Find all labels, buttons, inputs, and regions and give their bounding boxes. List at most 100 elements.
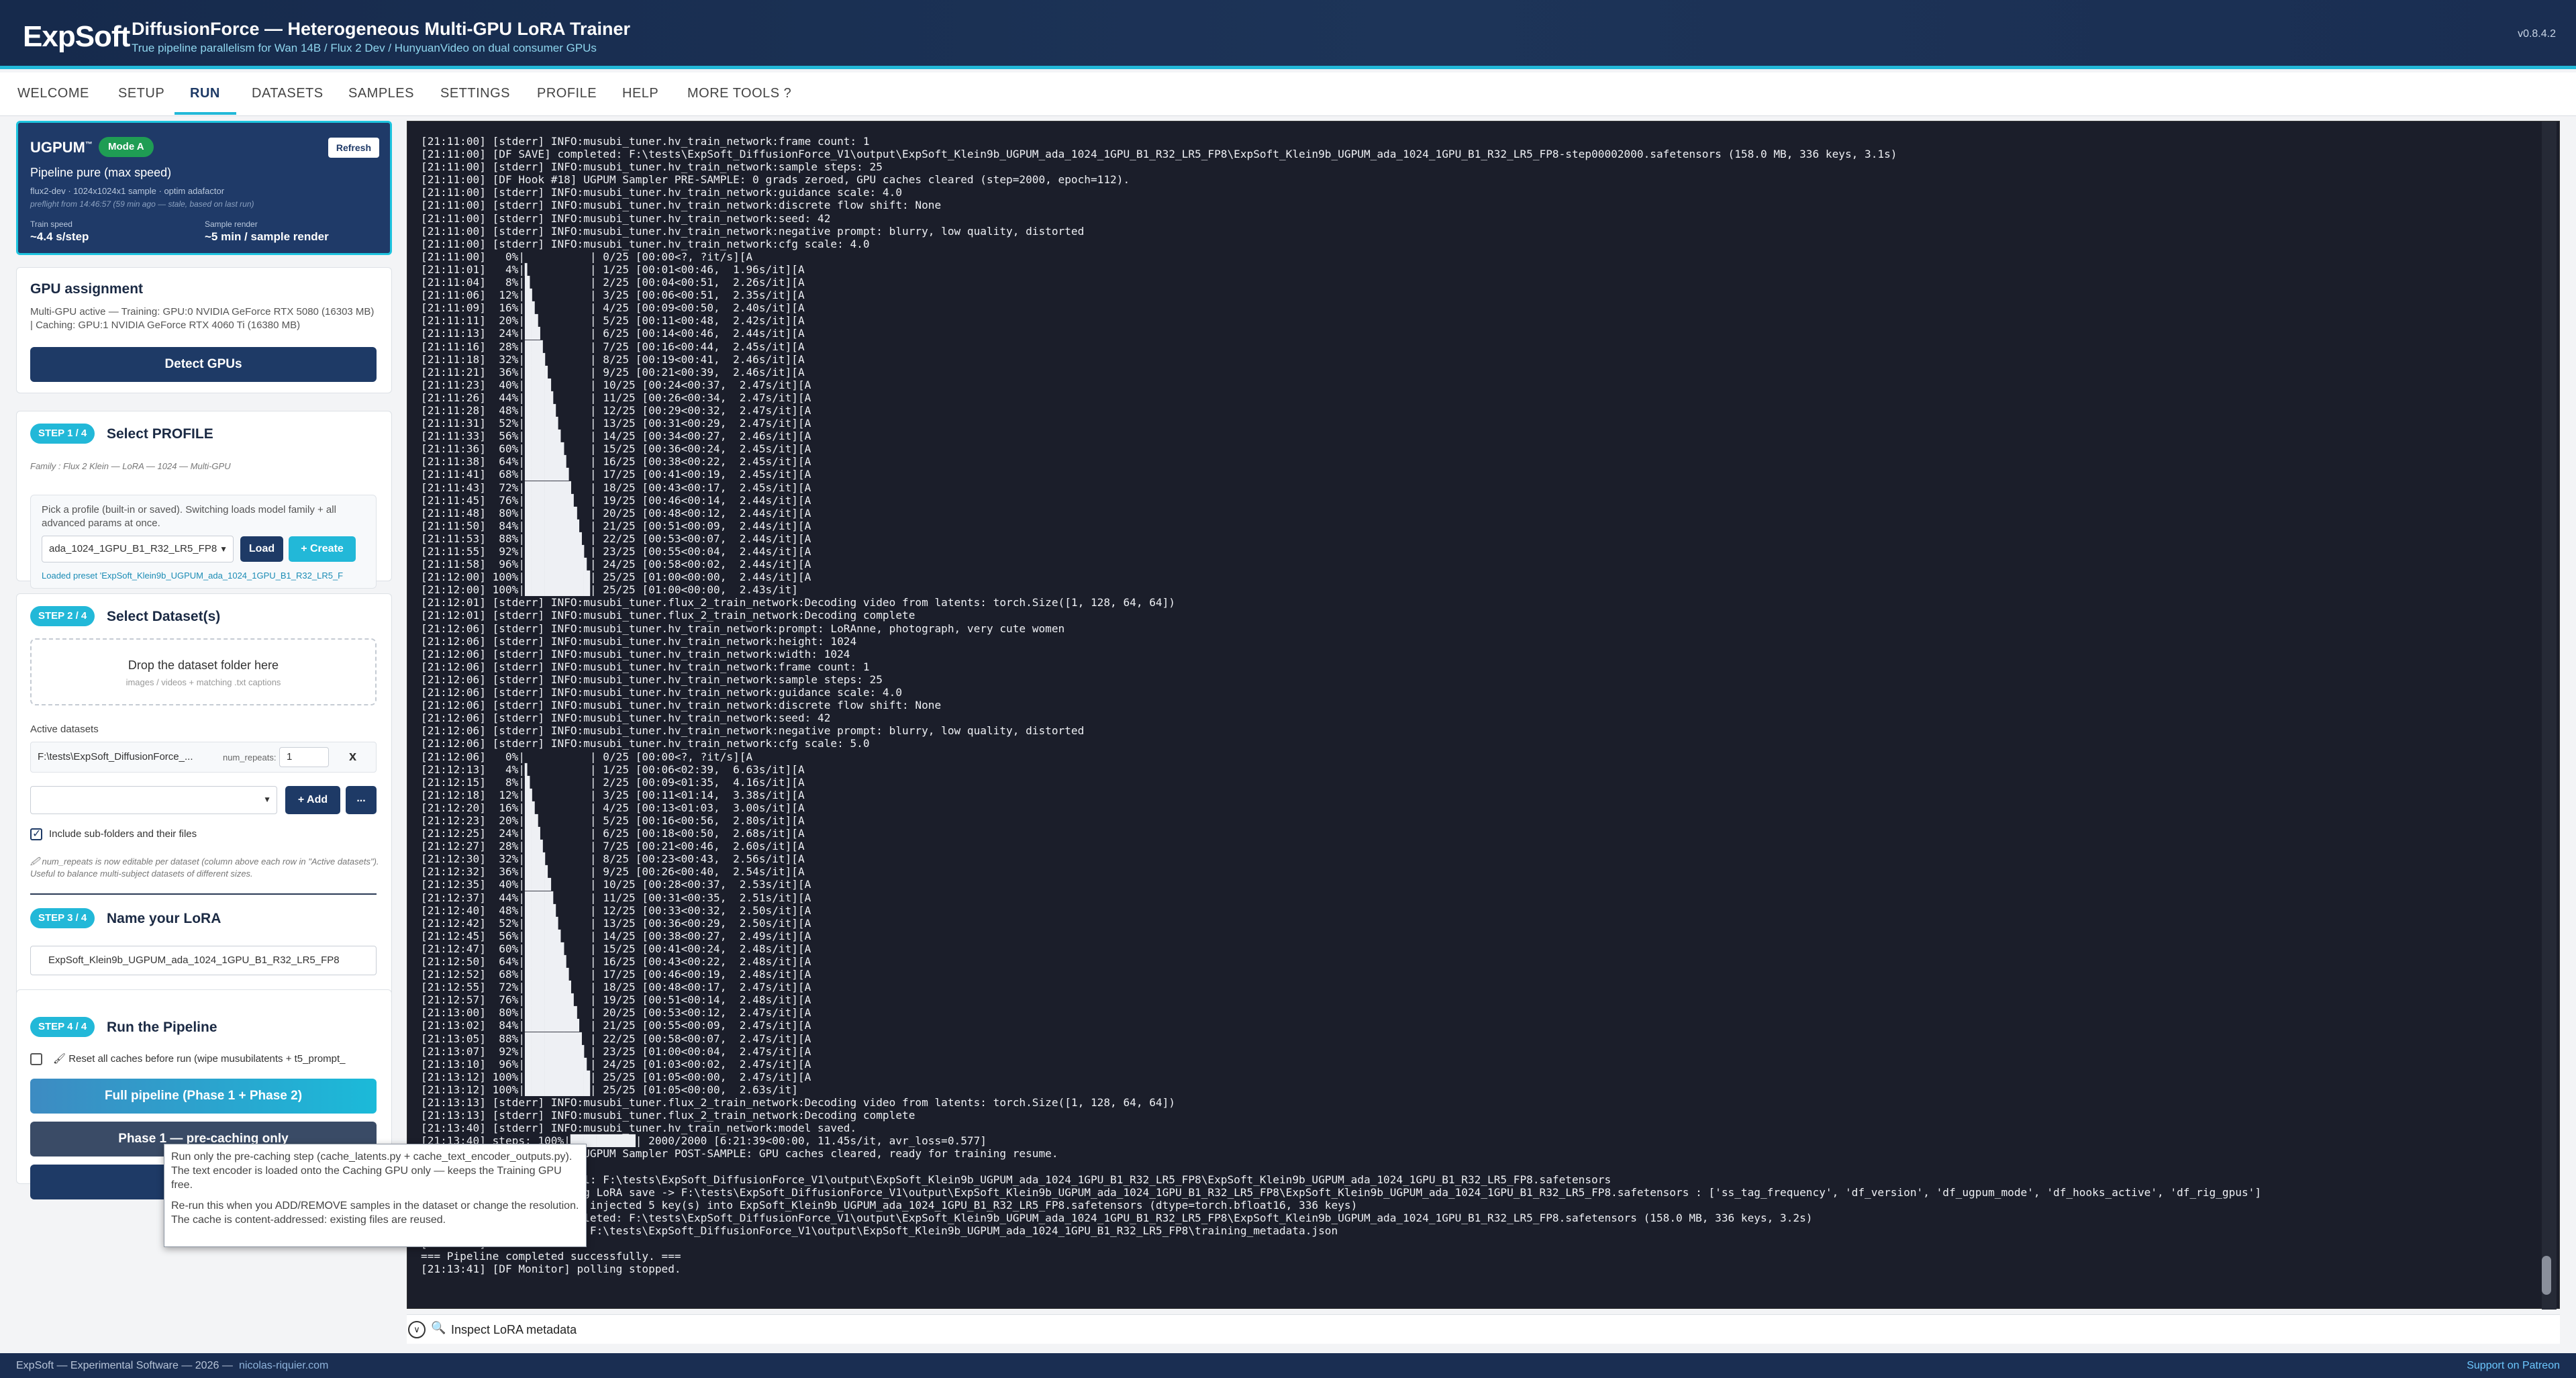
tab-settings[interactable]: SETTINGS — [440, 86, 510, 101]
step3-badge: STEP 3 / 4 — [30, 908, 95, 928]
log-line: [21:11:33] 56%|█████▌ | 14/25 [00:34<00:… — [421, 430, 811, 443]
gpu-assignment-title: GPU assignment — [30, 281, 144, 297]
patreon-link[interactable]: Support on Patreon — [2467, 1360, 2560, 1372]
tab-more-tools[interactable]: MORE TOOLS ? — [687, 86, 791, 101]
log-line: [21:13:10] 96%|█████████▌| 24/25 [01:03<… — [421, 1057, 811, 1071]
dataset-row: F:\tests\ExpSoft_DiffusionForce_... num_… — [30, 742, 377, 773]
log-line: [21:11:18] 32%|███▏ | 8/25 [00:19<00:41,… — [421, 352, 805, 366]
active-datasets-label: Active datasets — [30, 724, 99, 735]
dataset-select[interactable]: ▼ — [30, 786, 277, 814]
ugpum-card: UGPUM™ Mode A Refresh Pipeline pure (max… — [16, 121, 392, 255]
lora-name-input[interactable]: ExpSoft_Klein9b_UGPUM_ada_1024_1GPU_B1_R… — [30, 946, 377, 975]
log-line: [21:13:41] [DF SAVE] completed: F:\tests… — [421, 1211, 1813, 1224]
log-line: [21:12:37] 44%|████▍ | 11/25 [00:31<00:3… — [421, 891, 811, 904]
add-dataset-button[interactable]: + Add — [285, 786, 340, 814]
tab-datasets[interactable]: DATASETS — [252, 86, 324, 101]
brush-icon: 🖌 — [53, 1053, 66, 1065]
tab-run[interactable]: RUN — [190, 86, 220, 101]
profile-select[interactable]: ada_1024_1GPU_B1_R32_LR5_FP8 ▼ — [42, 536, 234, 562]
step4-badge: STEP 4 / 4 — [30, 1017, 95, 1037]
log-line: [21:12:06] [stderr] INFO:musubi_tuner.hv… — [421, 647, 850, 660]
tab-profile[interactable]: PROFILE — [537, 86, 597, 101]
log-line: [21:13:13] [stderr] INFO:musubi_tuner.fl… — [421, 1096, 1175, 1110]
ugpum-description: flux2-dev · 1024x1024x1 sample · optim a… — [30, 186, 225, 196]
log-scrollbar[interactable] — [2542, 121, 2557, 1310]
include-subfolders-checkbox[interactable]: ✓ — [30, 828, 42, 840]
footer-website-link[interactable]: nicolas-riquier.com — [239, 1360, 328, 1372]
reset-caches-checkbox[interactable] — [30, 1053, 42, 1065]
log-console[interactable]: [21:11:00] [stderr] INFO:musubi_tuner.hv… — [407, 121, 2560, 1310]
log-line: [21:12:06] [stderr] INFO:musubi_tuner.hv… — [421, 737, 870, 750]
log-line: [21:13:41] [DF] Metadata: F:\tests\ExpSo… — [421, 1224, 1338, 1237]
load-profile-button[interactable]: Load — [240, 536, 283, 562]
log-line: [21:11:55] 92%|█████████▏| 23/25 [00:55<… — [421, 545, 811, 558]
log-line: [21:13:40] [DF] Metadata: injected 5 key… — [421, 1198, 1358, 1212]
log-line: [21:11:50] 84%|████████▍ | 21/25 [00:51<… — [421, 519, 811, 532]
sample-render-label: Sample render — [205, 219, 258, 229]
chevron-down-icon: ▼ — [219, 544, 228, 554]
log-line: [21:11:00] [stderr] INFO:musubi_tuner.hv… — [421, 224, 1085, 238]
log-line: [21:11:48] 80%|████████ | 20/25 [00:48<0… — [421, 506, 811, 520]
tab-setup[interactable]: SETUP — [118, 86, 164, 101]
log-line: [21:12:52] 68%|██████▊ | 17/25 [00:46<00… — [421, 968, 811, 981]
log-line: [21:12:35] 40%|████ | 10/25 [00:28<00:37… — [421, 878, 811, 891]
sample-render-value: ~5 min / sample render — [205, 230, 329, 243]
log-line: [21:13:40] [DF SAVE] final: F:\tests\Exp… — [421, 1173, 1612, 1186]
log-line: [21:12:27] 28%|██▊ | 7/25 [00:21<00:46, … — [421, 840, 805, 853]
tab-help[interactable]: HELP — [622, 86, 658, 101]
log-line: [21:11:45] 76%|███████▌ | 19/25 [00:46<0… — [421, 493, 811, 507]
step3-title: Name your LoRA — [107, 911, 221, 926]
log-line: [21:11:00] [stderr] INFO:musubi_tuner.hv… — [421, 186, 903, 199]
log-line: [21:12:42] 52%|█████▏ | 13/25 [00:36<00:… — [421, 916, 811, 930]
dataset-dropzone[interactable]: Drop the dataset folder here images / vi… — [30, 638, 377, 705]
chevron-down-icon[interactable]: ∨ — [408, 1321, 426, 1338]
log-line: [21:12:06] [stderr] INFO:musubi_tuner.hv… — [421, 622, 1065, 635]
loaded-preset-text: Loaded preset 'ExpSoft_Klein9b_UGPUM_ada… — [42, 571, 344, 581]
log-line: [21:11:01] 4%|▍ | 1/25 [00:01<00:46, 1.9… — [421, 262, 805, 276]
log-line: [21:12:15] 8%|▊ | 2/25 [00:09<01:35, 4.1… — [421, 775, 805, 789]
log-line: [21:11:00] [stderr] INFO:musubi_tuner.hv… — [421, 160, 883, 174]
log-line: [21:13:41] — [421, 1237, 2532, 1250]
log-line: [21:11:00] [stderr] INFO:musubi_tuner.hv… — [421, 211, 831, 225]
step1-card: STEP 1 / 4 Select PROFILE Family : Flux … — [16, 411, 392, 589]
log-line: [21:11:06] 12%|█▏ | 3/25 [00:06<00:51, 2… — [421, 289, 805, 302]
profile-box: Pick a profile (built-in or saved). Swit… — [30, 495, 377, 589]
log-output: [21:11:00] [stderr] INFO:musubi_tuner.hv… — [421, 135, 2532, 1275]
tooltip-paragraph-2: Re-run this when you ADD/REMOVE samples … — [171, 1200, 579, 1226]
scrollbar-thumb[interactable] — [2542, 1256, 2551, 1295]
log-line: [21:13:40] [DF] Converting LoRA save -> … — [421, 1185, 2262, 1199]
active-tab-indicator — [175, 112, 236, 115]
log-line: [21:11:26] 44%|████▍ | 11/25 [00:26<00:3… — [421, 391, 811, 404]
app-header: ExpSoft DiffusionForce — Heterogeneous M… — [0, 0, 2576, 69]
log-line: [21:11:43] 72%|███████▏ | 18/25 [00:43<0… — [421, 481, 811, 494]
app-title: DiffusionForce — Heterogeneous Multi-GPU… — [132, 19, 631, 39]
more-options-button[interactable]: ... — [346, 786, 377, 814]
ugpum-mode-name: Pipeline pure (max speed) — [30, 166, 172, 179]
log-line: [21:13:07] 92%|█████████▏| 23/25 [01:00<… — [421, 1044, 811, 1058]
inspect-metadata-label: Inspect LoRA metadata — [451, 1323, 577, 1336]
phase1-tooltip: Run only the pre-caching step (cache_lat… — [164, 1144, 587, 1247]
log-line: [21:13:13] [stderr] INFO:musubi_tuner.fl… — [421, 1109, 915, 1122]
profile-help-text: Pick a profile (built-in or saved). Swit… — [42, 504, 336, 529]
remove-dataset-button[interactable]: x — [349, 749, 356, 765]
train-speed-value: ~4.4 s/step — [30, 230, 89, 243]
log-line: [21:12:18] 12%|█▏ | 3/25 [00:11<01:14, 3… — [421, 788, 805, 801]
refresh-button[interactable]: Refresh — [328, 138, 379, 158]
log-line: [21:11:04] 8%|▊ | 2/25 [00:04<00:51, 2.2… — [421, 276, 805, 289]
log-line: [21:12:01] [stderr] INFO:musubi_tuner.fl… — [421, 596, 1175, 609]
num-repeats-note: 🖉 num_repeats is now editable per datase… — [30, 856, 379, 879]
log-line: [21:12:01] [stderr] INFO:musubi_tuner.fl… — [421, 609, 915, 622]
log-line: [21:13:41] [DF Monitor] polling stopped. — [421, 1263, 681, 1276]
inspect-metadata-bar[interactable]: ∨ 🔍 Inspect LoRA metadata — [407, 1314, 2560, 1344]
create-profile-button[interactable]: + Create — [289, 536, 356, 562]
tab-welcome[interactable]: WELCOME — [17, 86, 89, 101]
log-line: [21:11:00] [DF SAVE] completed: F:\tests… — [421, 148, 1897, 161]
tab-samples[interactable]: SAMPLES — [348, 86, 414, 101]
full-pipeline-button[interactable]: Full pipeline (Phase 1 + Phase 2) — [30, 1079, 377, 1114]
detect-gpus-button[interactable]: Detect GPUs — [30, 347, 377, 382]
mode-badge: Mode A — [99, 137, 154, 157]
reset-caches-label: 🖌 Reset all caches before run (wipe musu… — [53, 1053, 346, 1065]
log-line: [21:12:23] 20%|██ | 5/25 [00:16<00:56, 2… — [421, 814, 805, 827]
log-line: [21:13:02] 84%|████████▍ | 21/25 [00:55<… — [421, 1019, 811, 1032]
num-repeats-input[interactable]: 1 — [279, 747, 329, 767]
